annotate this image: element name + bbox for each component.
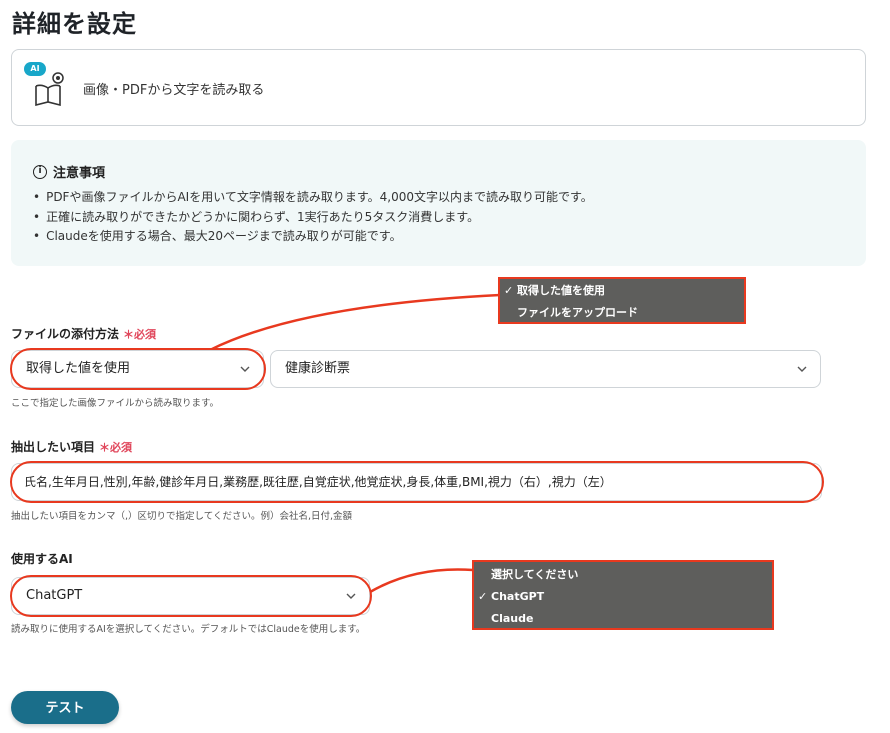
chevron-down-icon (240, 366, 250, 372)
file-method-hint: ここで指定した画像ファイルから読み取ります。 (11, 398, 220, 409)
file-method-dropdown: ✓ 取得した値を使用 ファイルをアップロード (498, 277, 746, 324)
required-badge: ＊必須 (123, 328, 157, 341)
checkmark-icon: ✓ (478, 590, 488, 603)
required-text: 必須 (134, 328, 157, 341)
file-method-select[interactable]: 取得した値を使用 (11, 350, 264, 388)
ai-value: ChatGPT (26, 588, 83, 603)
dropdown-option[interactable]: ファイルをアップロード (500, 302, 744, 324)
dropdown-option[interactable]: 選択してください (474, 564, 772, 586)
chevron-down-icon (797, 366, 807, 372)
ai-badge: AI (24, 62, 46, 76)
file-method-label: ファイルの添付方法 ＊必須 (11, 325, 156, 342)
notice-item: PDFや画像ファイルからAIを用いて文字情報を読み取ります。4,000文字以内ま… (33, 188, 593, 208)
checkmark-icon: ✓ (504, 284, 514, 297)
ai-label: 使用するAI (11, 552, 73, 566)
action-label: 画像・PDFから文字を読み取る (83, 83, 265, 98)
file-source-value: 健康診断票 (285, 361, 351, 376)
notice-item: Claudeを使用する場合、最大20ページまで読み取りが可能です。 (33, 227, 593, 247)
extract-input[interactable]: 氏名,生年月日,性別,年齢,健診年月日,業務歴,既往歴,自覚症状,他覚症状,身長… (11, 463, 822, 501)
notice-title-text: 注意事項 (53, 166, 106, 181)
ai-hint: 読み取りに使用するAIを選択してください。デフォルトではClaudeを使用します… (11, 624, 366, 635)
book-eye-icon: AI (24, 62, 68, 107)
dropdown-option[interactable]: Claude (474, 608, 772, 630)
option-label: ChatGPT (491, 590, 545, 603)
action-card[interactable]: AI 画像・PDFから文字を読み取る (11, 49, 866, 126)
extract-label-text: 抽出したい項目 (11, 440, 96, 454)
info-icon: i (33, 164, 47, 179)
dropdown-option[interactable]: ✓ ChatGPT (474, 586, 772, 608)
extract-label: 抽出したい項目 ＊必須 (11, 438, 132, 455)
notice-box: i 注意事項 PDFや画像ファイルからAIを用いて文字情報を読み取ります。4,0… (11, 140, 866, 266)
dropdown-option[interactable]: ✓ 取得した値を使用 (500, 280, 744, 302)
option-label: 取得した値を使用 (517, 284, 605, 297)
notice-list: PDFや画像ファイルからAIを用いて文字情報を読み取ります。4,000文字以内ま… (33, 188, 593, 247)
option-label: ファイルをアップロード (517, 306, 638, 319)
option-label: 選択してください (491, 568, 579, 581)
file-method-label-text: ファイルの添付方法 (11, 327, 120, 341)
ai-dropdown: 選択してください ✓ ChatGPT Claude (472, 560, 774, 630)
test-button[interactable]: テスト (11, 691, 119, 724)
required-badge: ＊必須 (99, 441, 133, 454)
chevron-down-icon (346, 593, 356, 599)
page-title: 詳細を設定 (12, 10, 137, 38)
required-text: 必須 (110, 441, 133, 454)
notice-title: i 注意事項 (33, 162, 105, 181)
option-label: Claude (491, 612, 534, 625)
file-source-select[interactable]: 健康診断票 (270, 350, 821, 388)
extract-hint: 抽出したい項目をカンマ（,）区切りで指定してください。例）会社名,日付,金額 (11, 511, 352, 522)
file-method-value: 取得した値を使用 (26, 361, 131, 376)
notice-item: 正確に読み取りができたかどうかに関わらず、1実行あたり5タスク消費します。 (33, 208, 593, 228)
ai-select[interactable]: ChatGPT (11, 577, 370, 615)
